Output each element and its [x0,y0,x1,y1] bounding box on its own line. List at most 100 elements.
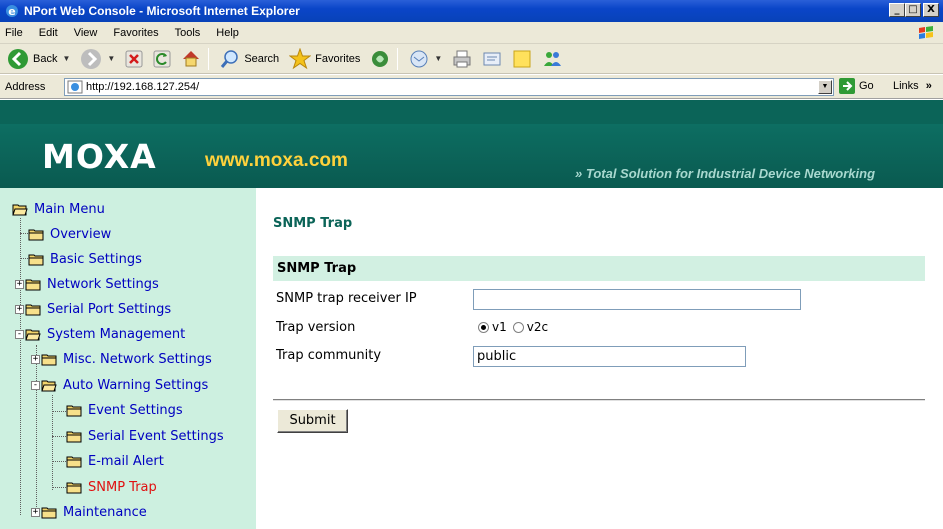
home-button[interactable] [178,46,204,72]
sidebar-item-label: Maintenance [63,504,147,520]
folder-icon [25,279,41,290]
radio-v1-label: v1 [492,320,507,334]
minimize-button[interactable]: _ [889,3,905,17]
notes-button[interactable] [509,46,535,72]
address-url: http://192.168.127.254/ [86,81,200,93]
folder-icon [41,507,57,518]
media-button[interactable] [367,46,393,72]
expand-plus-icon[interactable]: + [31,507,40,517]
sidebar-item-system-management[interactable]: - System Management [15,324,185,344]
back-button[interactable]: Back ▼ [4,46,73,72]
maximize-button[interactable]: □ [905,3,921,17]
trap-version-label: Trap version [276,320,356,335]
toolbar-divider [397,47,399,70]
search-button[interactable]: Search [217,46,282,72]
menu-edit[interactable]: Edit [31,27,66,39]
page-title: SNMP Trap [273,216,353,231]
sidebar-item-overview[interactable]: Overview [28,224,111,244]
window-titlebar: e NPort Web Console - Microsoft Internet… [0,0,943,22]
chevron-down-icon[interactable]: ▼ [434,54,442,63]
receiver-ip-label: SNMP trap receiver IP [276,291,417,306]
tree-line [52,436,66,437]
submit-button[interactable]: Submit [277,409,348,433]
sidebar-item-misc-network-settings[interactable]: + Misc. Network Settings [31,349,212,369]
chevron-down-icon[interactable]: ▼ [107,54,115,63]
sidebar-item-label: Basic Settings [50,251,142,267]
sidebar-item-auto-warning-settings[interactable]: - Auto Warning Settings [31,375,208,395]
trap-version-radio-group: v1 v2c [478,320,548,334]
folder-icon [28,254,44,265]
messenger-button[interactable] [539,46,567,72]
sidebar-item-event-settings[interactable]: Event Settings [66,400,183,420]
messenger-icon [544,51,562,66]
edit-button[interactable] [479,46,505,72]
sidebar-item-network-settings[interactable]: + Network Settings [15,274,159,294]
menu-view[interactable]: View [66,27,106,39]
open-folder-icon [12,204,28,215]
forward-button[interactable]: ▼ [77,46,118,72]
folder-icon [66,482,82,493]
refresh-button[interactable] [150,46,174,72]
trap-community-input[interactable]: public [473,346,746,367]
sidebar-item-label: Misc. Network Settings [63,351,212,367]
address-bar: Address http://192.168.127.254/ ▼ Go Lin… [0,75,943,99]
menu-tools[interactable]: Tools [167,27,209,39]
tree-line [52,411,66,412]
address-input[interactable]: http://192.168.127.254/ ▼ [64,78,834,96]
folder-icon [41,354,57,365]
receiver-ip-input[interactable] [473,289,801,310]
sidebar-item-label: Network Settings [47,276,159,292]
browser-toolbar: Back ▼ ▼ Search Favorites ▼ [0,44,943,74]
print-button[interactable] [449,46,475,72]
sidebar-item-serial-event-settings[interactable]: Serial Event Settings [66,426,224,446]
radio-v2c-label: v2c [526,320,549,334]
window-controls: _ □ X [889,3,939,17]
favorites-button[interactable]: Favorites [286,46,363,72]
tree-line [52,487,66,488]
collapse-minus-icon[interactable]: - [15,329,24,339]
expand-plus-icon[interactable]: + [31,354,40,364]
sidebar-item-snmp-trap[interactable]: SNMP Trap [66,477,157,497]
sidebar-item-serial-port-settings[interactable]: + Serial Port Settings [15,299,171,319]
section-header: SNMP Trap [273,256,925,281]
address-label: Address [5,80,46,93]
tree-line [36,345,37,515]
toolbar-divider [208,47,210,70]
search-label: Search [244,52,280,65]
sidebar-item-maintenance[interactable]: + Maintenance [31,502,147,522]
moxa-url: www.moxa.com [205,150,348,171]
tree-line [20,258,28,259]
expand-plus-icon[interactable]: + [15,279,24,289]
links-toolbar[interactable]: Links » [893,80,932,92]
links-label: Links [893,80,919,92]
address-dropdown-chevron-icon[interactable]: ▼ [818,80,832,94]
sidebar-item-label: Main Menu [34,201,105,217]
menu-help[interactable]: Help [208,27,247,39]
form-divider [273,399,925,401]
folder-icon [28,229,44,240]
menu-file[interactable]: File [0,27,31,39]
open-folder-icon [41,380,57,391]
sidebar-item-email-alert[interactable]: E-mail Alert [66,451,164,471]
sidebar-item-label: Auto Warning Settings [63,377,209,393]
radio-v1[interactable] [478,321,489,333]
edit-page-icon [483,52,501,65]
menu-bar: File Edit View Favorites Tools Help [0,22,943,44]
tree-line [52,395,53,490]
menu-favorites[interactable]: Favorites [105,27,166,39]
mail-button[interactable]: ▼ [406,46,445,72]
folder-icon [66,431,82,442]
stop-button[interactable] [122,46,146,72]
expand-plus-icon[interactable]: + [15,304,24,314]
collapse-minus-icon[interactable]: - [31,380,40,390]
close-button[interactable]: X [923,3,939,17]
favorites-star-icon [289,47,312,69]
radio-v2c[interactable] [512,321,524,333]
mail-icon [410,50,428,67]
go-button[interactable]: Go [839,78,874,94]
sidebar-item-label: Serial Port Settings [47,301,172,317]
go-arrow-icon [839,78,855,94]
sidebar-item-main-menu[interactable]: Main Menu [12,199,105,219]
sidebar-item-basic-settings[interactable]: Basic Settings [28,249,142,269]
chevron-down-icon[interactable]: ▼ [62,54,70,63]
